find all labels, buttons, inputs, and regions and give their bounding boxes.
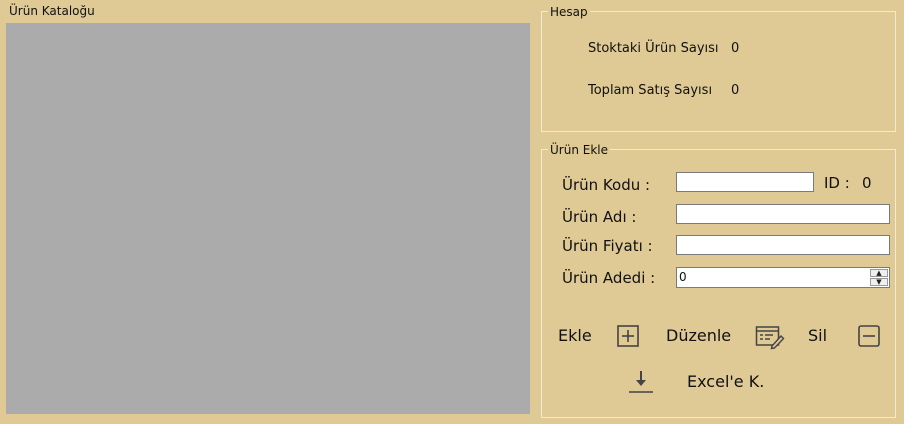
add-product-group: Ürün Ekle Ürün Kodu : ID : 0 Ürün Adı : … xyxy=(541,143,896,418)
id-label: ID : xyxy=(824,174,850,192)
add-product-title: Ürün Ekle xyxy=(548,143,610,157)
account-title: Hesap xyxy=(548,5,590,19)
catalog-group: Ürün Kataloğu xyxy=(1,4,534,418)
product-qty-stepper[interactable]: 0 ▲ ▼ xyxy=(676,267,890,288)
add-button[interactable]: Ekle xyxy=(558,326,592,346)
download-icon[interactable] xyxy=(628,369,654,399)
minus-square-icon[interactable] xyxy=(858,325,880,351)
product-code-label: Ürün Kodu : xyxy=(562,176,651,194)
product-name-input[interactable] xyxy=(676,204,890,224)
product-qty-label: Ürün Adedi : xyxy=(562,269,656,287)
plus-square-icon[interactable] xyxy=(617,325,639,351)
export-excel-button[interactable]: Excel'e K. xyxy=(687,372,764,392)
catalog-title: Ürün Kataloğu xyxy=(7,4,97,18)
id-value: 0 xyxy=(862,174,872,192)
qty-spin-buttons: ▲ ▼ xyxy=(870,269,888,286)
product-qty-value: 0 xyxy=(679,270,687,284)
spin-down-icon[interactable]: ▼ xyxy=(870,278,888,286)
product-name-label: Ürün Adı : xyxy=(562,208,637,226)
account-group: Hesap Stoktaki Ürün Sayısı 0 Toplam Satı… xyxy=(541,5,896,132)
delete-button[interactable]: Sil xyxy=(808,326,827,346)
spin-up-icon[interactable]: ▲ xyxy=(870,269,888,277)
edit-button[interactable]: Düzenle xyxy=(666,326,731,346)
sales-count-value: 0 xyxy=(731,83,740,98)
stock-count-label: Stoktaki Ürün Sayısı xyxy=(588,41,719,56)
product-code-input[interactable] xyxy=(676,172,814,192)
product-price-label: Ürün Fiyatı : xyxy=(562,237,653,255)
product-price-input[interactable] xyxy=(676,235,890,255)
sales-count-label: Toplam Satış Sayısı xyxy=(588,83,713,98)
edit-list-icon[interactable] xyxy=(755,324,785,354)
catalog-data-grid[interactable] xyxy=(6,23,530,414)
stock-count-value: 0 xyxy=(731,41,740,56)
